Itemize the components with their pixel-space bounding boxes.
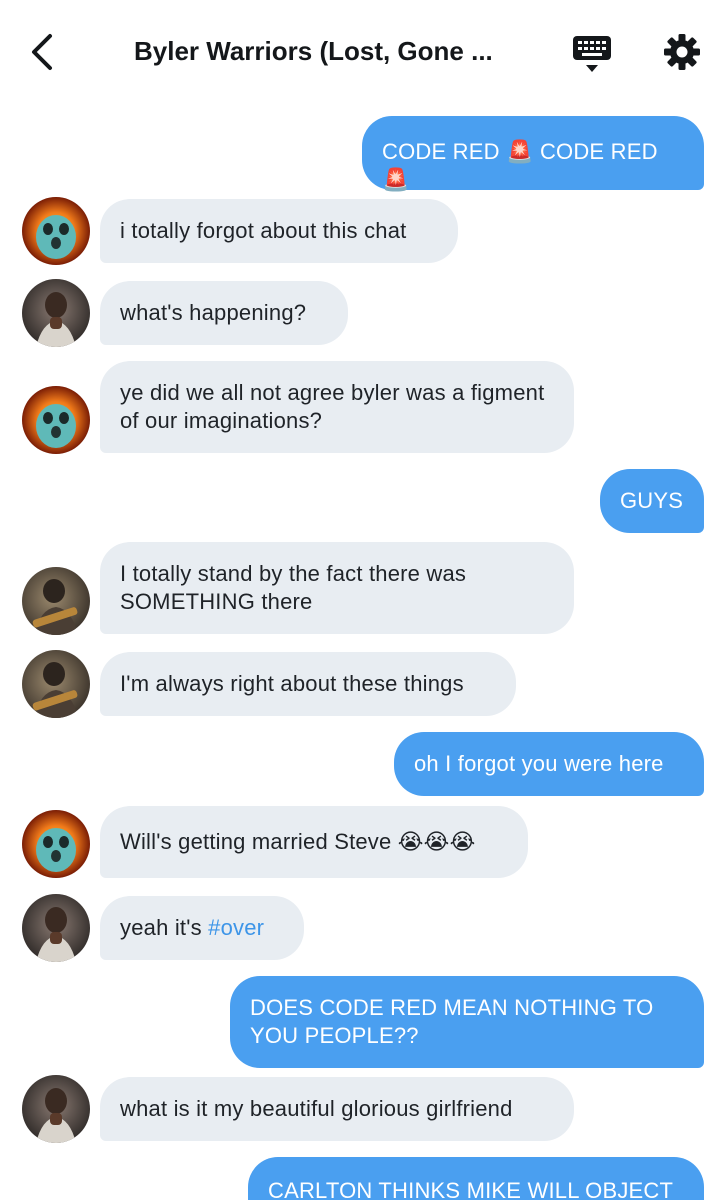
message-text: I'm always right about these things <box>120 671 464 696</box>
message-text: Will's getting married Steve 😭😭😭 <box>120 829 476 854</box>
outgoing-message[interactable]: DOES CODE RED MEAN NOTHING TO YOU PEOPLE… <box>230 976 704 1068</box>
message-text: what is it my beautiful glorious girlfri… <box>120 1096 513 1121</box>
avatar[interactable] <box>22 197 90 265</box>
incoming-message[interactable]: Will's getting married Steve 😭😭😭 <box>100 806 528 878</box>
chevron-left-icon <box>32 34 52 70</box>
message-text: what's happening? <box>120 300 307 325</box>
person-avatar <box>22 279 90 347</box>
incoming-message[interactable]: yeah it's #over <box>100 896 304 960</box>
avatar[interactable] <box>22 894 90 962</box>
message-text: i totally forgot about this chat <box>120 218 407 243</box>
guitarist-avatar <box>22 567 90 635</box>
message-text: DOES CODE RED MEAN NOTHING TO YOU PEOPLE… <box>250 995 654 1048</box>
message-text: yeah it's <box>120 915 209 940</box>
gear-icon <box>664 34 700 70</box>
settings-button[interactable] <box>660 30 704 74</box>
incoming-message[interactable]: I totally stand by the fact there was SO… <box>100 542 574 634</box>
back-button[interactable] <box>26 32 62 72</box>
outgoing-message[interactable]: CODE RED 🚨 CODE RED 🚨 <box>362 116 704 192</box>
outgoing-message[interactable]: GUYS <box>600 469 704 533</box>
message-text: oh I forgot you were here <box>414 751 664 776</box>
fiery-creature-avatar <box>22 810 90 878</box>
avatar[interactable] <box>22 386 90 454</box>
hashtag-link[interactable]: #over <box>208 915 264 940</box>
outgoing-message[interactable]: CARLTON THINKS MIKE WILL OBJECT <box>248 1157 704 1200</box>
message-text: I totally stand by the fact there was SO… <box>120 561 467 614</box>
incoming-message[interactable]: I'm always right about these things <box>100 652 516 716</box>
message-text: GUYS <box>620 488 684 513</box>
avatar[interactable] <box>22 1075 90 1143</box>
message-text: ye did we all not agree byler was a figm… <box>120 380 545 433</box>
incoming-message[interactable]: what's happening? <box>100 281 348 345</box>
chat-header: Byler Warriors (Lost, Gone ... <box>0 0 726 102</box>
message-text: CARLTON THINKS MIKE WILL OBJECT <box>268 1178 674 1200</box>
avatar[interactable] <box>22 650 90 718</box>
keyboard-button[interactable] <box>570 32 614 76</box>
keyboard-icon <box>573 36 611 72</box>
person-avatar <box>22 894 90 962</box>
incoming-message[interactable]: what is it my beautiful glorious girlfri… <box>100 1077 574 1141</box>
guitarist-avatar <box>22 650 90 718</box>
avatar[interactable] <box>22 279 90 347</box>
fiery-creature-avatar <box>22 197 90 265</box>
avatar[interactable] <box>22 810 90 878</box>
avatar[interactable] <box>22 567 90 635</box>
fiery-creature-avatar <box>22 386 90 454</box>
incoming-message[interactable]: i totally forgot about this chat <box>100 199 458 263</box>
chat-title: Byler Warriors (Lost, Gone ... <box>134 36 493 66</box>
outgoing-message[interactable]: oh I forgot you were here <box>394 732 704 796</box>
message-text: CODE RED 🚨 CODE RED 🚨 <box>382 139 658 192</box>
person-avatar <box>22 1075 90 1143</box>
incoming-message[interactable]: ye did we all not agree byler was a figm… <box>100 361 574 453</box>
